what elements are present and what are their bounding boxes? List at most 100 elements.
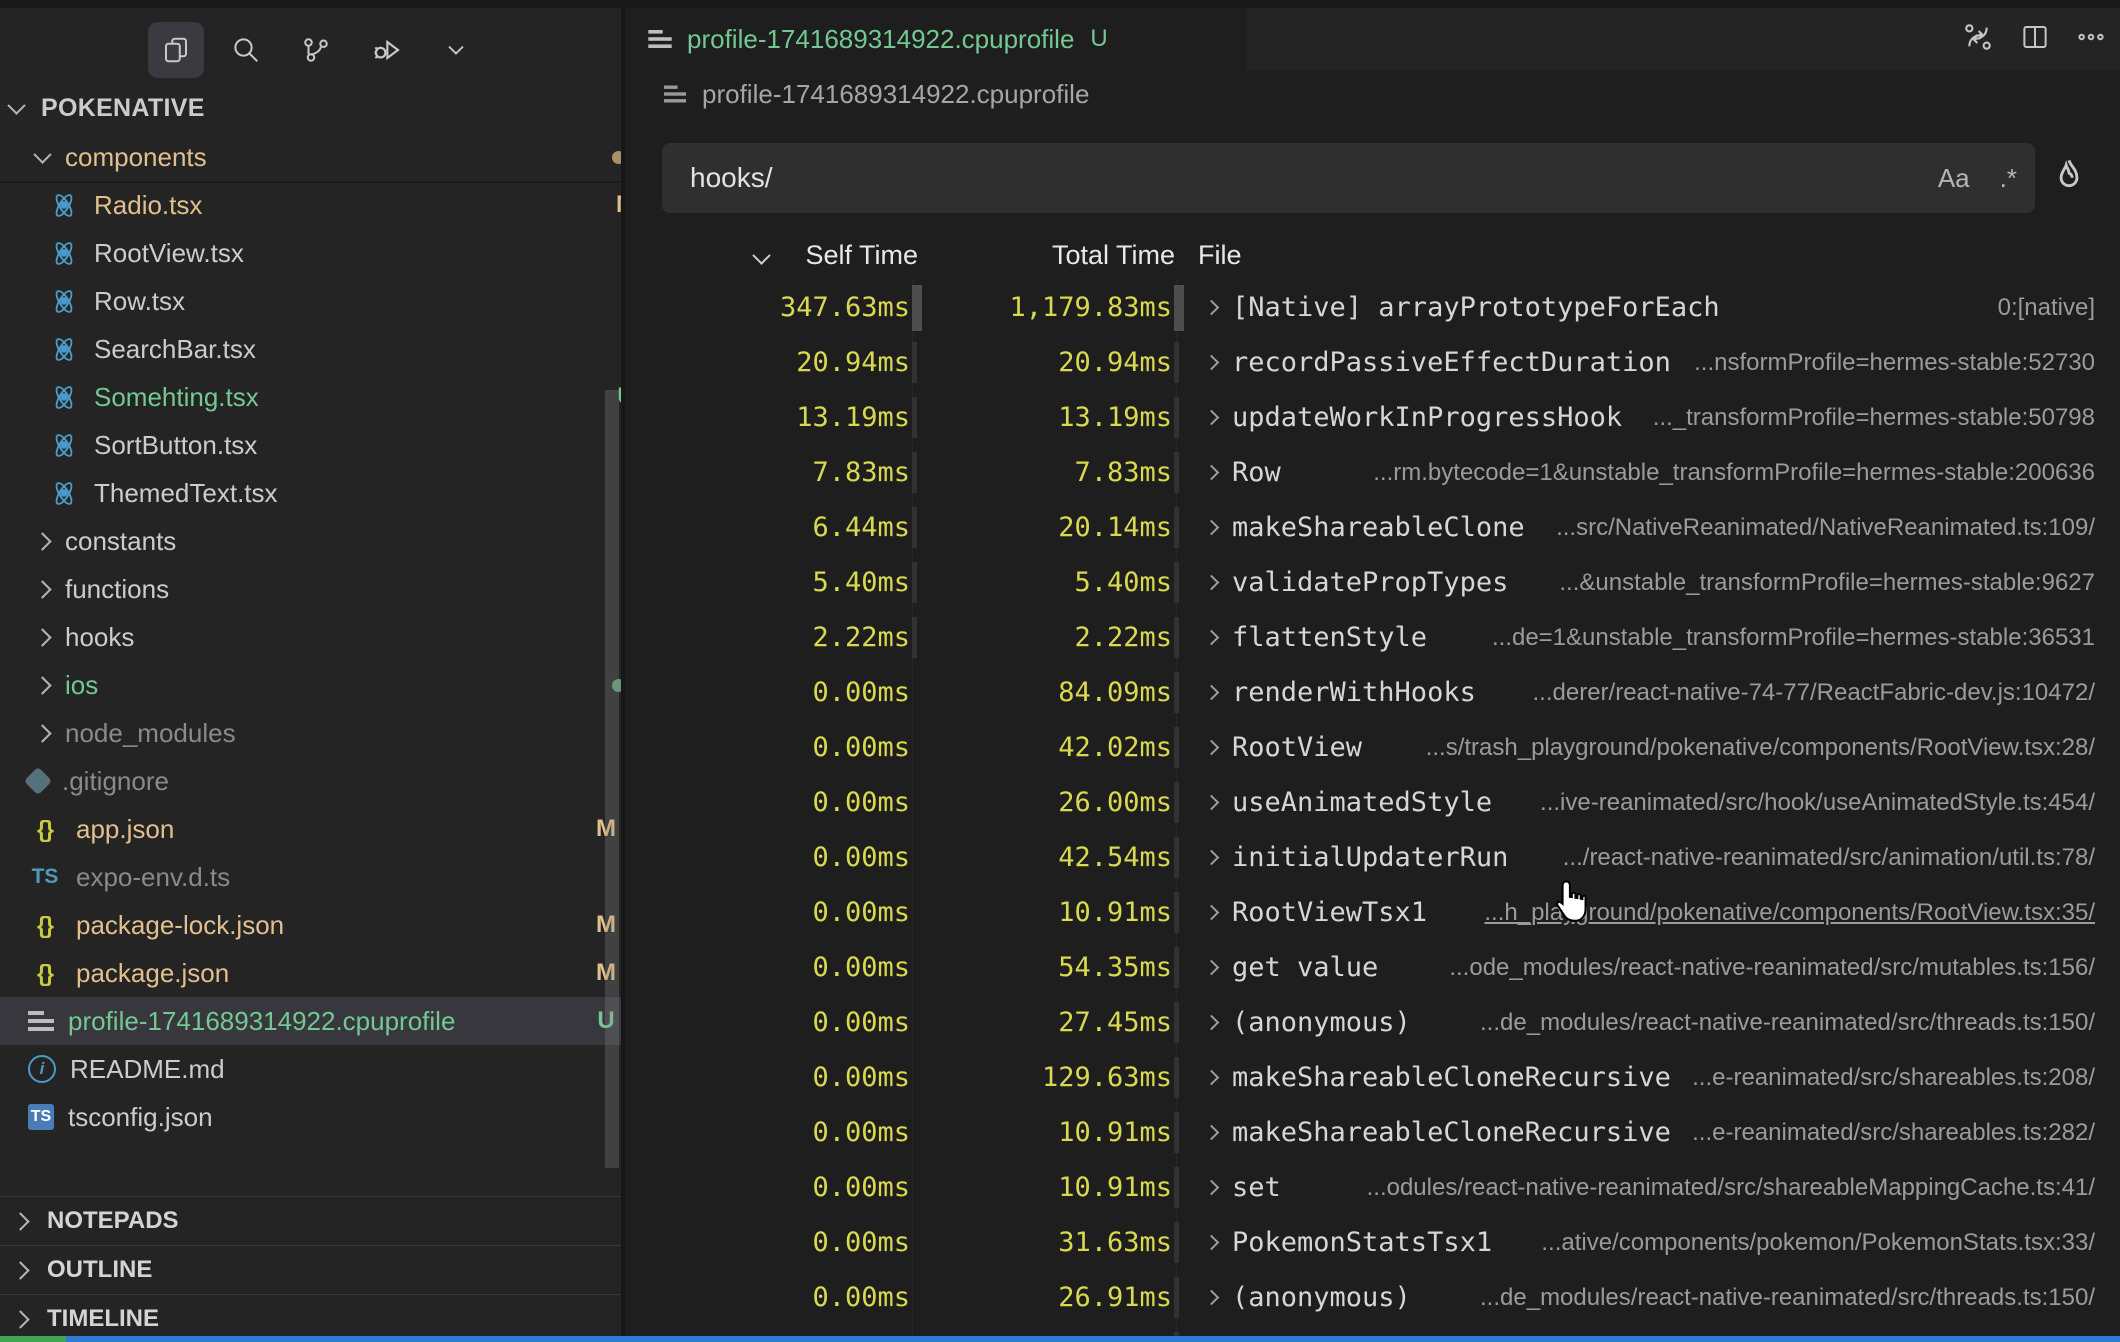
expand-chevron-icon[interactable] [1204,1290,1220,1306]
expand-chevron-icon[interactable] [1204,1180,1220,1196]
file-location-link[interactable]: ...odules/react-native-reanimated/src/sh… [1367,1160,2095,1215]
tree-item[interactable]: .gitignore [0,757,649,805]
tree-item[interactable]: SearchBar.tsx [0,325,669,373]
profile-row[interactable]: 0.00ms 54.35ms get value ...ode_modules/… [625,940,2120,995]
profile-row[interactable]: 0.00ms 10.91ms makeShareableCloneRecursi… [625,1105,2120,1160]
source-control-icon[interactable] [288,22,344,78]
filter-input[interactable] [688,161,1908,195]
tree-item[interactable]: {} app.json M [0,805,649,853]
expand-chevron-icon[interactable] [1204,850,1220,866]
tree-item[interactable]: node_modules [0,709,657,757]
profile-row[interactable]: 0.00ms 129.63ms makeShareableCloneRecurs… [625,1050,2120,1105]
tree-item[interactable]: constants [0,517,657,565]
tree-item[interactable]: TS expo-env.d.ts [0,853,649,901]
file-location-link[interactable]: ...src/NativeReanimated/NativeReanimated… [1556,500,2095,555]
search-icon[interactable] [218,22,274,78]
tree-item[interactable]: Row.tsx [0,277,669,325]
profile-row[interactable]: 5.40ms 5.40ms validatePropTypes ...&unst… [625,555,2120,610]
column-header-file[interactable]: File [1198,240,1242,271]
tree-item[interactable]: RootView.tsx [0,229,669,277]
file-location-link[interactable]: ...ode_modules/react-native-reanimated/s… [1449,940,2095,995]
tree-item[interactable]: i README.md [0,1045,649,1093]
profile-row[interactable]: 347.63ms 1,179.83ms [Native] arrayProtot… [625,280,2120,335]
tab-cpuprofile[interactable]: profile-1741689314922.cpuprofile U [625,8,1247,70]
tree-item[interactable]: {} package.json M [0,949,649,997]
expand-chevron-icon[interactable] [1204,685,1220,701]
tree-item[interactable]: SortButton.tsx [0,421,669,469]
self-time-value: 0.00ms [625,775,910,830]
flame-chart-icon[interactable] [2050,156,2088,203]
breadcrumb[interactable]: profile-1741689314922.cpuprofile [625,70,2120,118]
tree-item[interactable]: profile-1741689314922.cpuprofile U [0,997,649,1045]
expand-chevron-icon[interactable] [1204,960,1220,976]
profile-row[interactable]: 0.00ms 26.00ms useAnimatedStyle ...ive-r… [625,775,2120,830]
tree-item[interactable]: TS tsconfig.json [0,1093,649,1141]
more-actions-icon[interactable] [2076,22,2106,57]
sidebar-scrollbar[interactable] [605,390,619,1168]
file-location-link[interactable]: ...e-reanimated/src/shareables.ts:282/ [1692,1105,2095,1160]
profile-row[interactable]: 0.00ms 42.54ms initialUpdaterRun .../rea… [625,830,2120,885]
file-location-link[interactable]: ...s/trash_playground/pokenative/compone… [1426,720,2095,775]
file-location-link[interactable]: ...rm.bytecode=1&unstable_transformProfi… [1373,445,2095,500]
expand-chevron-icon[interactable] [1204,300,1220,316]
expand-chevron-icon[interactable] [1204,630,1220,646]
expand-chevron-icon[interactable] [1204,905,1220,921]
expand-chevron-icon[interactable] [1204,410,1220,426]
file-location-link[interactable]: ...derer/react-native-74-77/ReactFabric-… [1533,665,2096,720]
sidebar-item-timeline[interactable]: TIMELINE [0,1294,621,1342]
profile-row[interactable]: 2.22ms 2.22ms flattenStyle ...de=1&unsta… [625,610,2120,665]
tree-item[interactable]: functions [0,565,657,613]
explorer-icon[interactable] [148,22,204,78]
tree-item[interactable]: Radio.tsx M [0,181,669,229]
expand-chevron-icon[interactable] [1204,520,1220,536]
more-views-chevron-icon[interactable] [428,22,484,78]
profile-row[interactable]: 0.00ms 26.91ms (anonymous) ...de_modules… [625,1270,2120,1325]
file-location-link[interactable]: ...ative/components/pokemon/PokemonStats… [1541,1215,2095,1270]
file-location-link[interactable]: ...ive-reanimated/src/hook/useAnimatedSt… [1540,775,2095,830]
file-location-link[interactable]: 0:[native] [1998,280,2095,335]
expand-chevron-icon[interactable] [1204,575,1220,591]
profile-row[interactable]: 0.00ms 42.02ms RootView ...s/trash_playg… [625,720,2120,775]
tree-item[interactable]: hooks [0,613,657,661]
run-debug-icon[interactable] [358,22,414,78]
profile-row[interactable]: 0.00ms 10.91ms set ...odules/react-nativ… [625,1160,2120,1215]
profile-row[interactable]: 20.94ms 20.94ms recordPassiveEffectDurat… [625,335,2120,390]
file-location-link[interactable]: .../react-native-reanimated/src/animatio… [1563,830,2095,885]
tree-item[interactable]: ios [0,661,657,709]
file-location-link[interactable]: ...e-reanimated/src/shareables.ts:208/ [1692,1050,2095,1105]
explorer-project-header[interactable]: POKENATIVE [0,84,621,132]
regex-icon[interactable]: .* [2000,163,2017,194]
profile-row[interactable]: 0.00ms 27.45ms (anonymous) ...de_modules… [625,995,2120,1050]
profile-row[interactable]: 0.00ms 31.63ms PokemonStatsTsx1 ...ative… [625,1215,2120,1270]
profile-row[interactable]: 13.19ms 13.19ms updateWorkInProgressHook… [625,390,2120,445]
sidebar-item-outline[interactable]: OUTLINE [0,1245,621,1294]
tree-item[interactable]: Somehting.tsx U [0,373,669,421]
file-location-link[interactable]: ...nsformProfile=hermes-stable:52730 [1694,335,2095,390]
profile-row[interactable]: 0.00ms 84.09ms renderWithHooks ...derer/… [625,665,2120,720]
file-location-link[interactable]: ...de=1&unstable_transformProfile=hermes… [1492,610,2095,665]
tree-item[interactable]: {} package-lock.json M [0,901,649,949]
expand-chevron-icon[interactable] [1204,1235,1220,1251]
expand-chevron-icon[interactable] [1204,740,1220,756]
expand-chevron-icon[interactable] [1204,465,1220,481]
profile-row[interactable]: 0.00ms 10.91ms RootViewTsx1 ...h_playgro… [625,885,2120,940]
expand-chevron-icon[interactable] [1204,355,1220,371]
file-location-link[interactable]: ..._transformProfile=hermes-stable:50798 [1653,390,2095,445]
file-location-link[interactable]: ...de_modules/react-native-reanimated/sr… [1480,995,2095,1050]
expand-chevron-icon[interactable] [1204,1070,1220,1086]
file-location-link[interactable]: ...&unstable_transformProfile=hermes-sta… [1559,555,2095,610]
expand-chevron-icon[interactable] [1204,1125,1220,1141]
sidebar-item-notepads[interactable]: NOTEPADS [0,1196,621,1245]
column-header-total-time[interactable]: Total Time [945,240,1175,271]
profile-row[interactable]: 7.83ms 7.83ms Row ...rm.bytecode=1&unsta… [625,445,2120,500]
file-location-link[interactable]: ...de_modules/react-native-reanimated/sr… [1480,1270,2095,1325]
expand-chevron-icon[interactable] [1204,1015,1220,1031]
split-editor-icon[interactable] [2020,22,2050,57]
column-header-self-time[interactable]: Self Time [625,240,918,271]
tree-item[interactable]: ThemedText.tsx [0,469,669,517]
profile-row[interactable]: 6.44ms 20.14ms makeShareableClone ...src… [625,500,2120,555]
expand-chevron-icon[interactable] [1204,795,1220,811]
tree-item[interactable]: components [0,133,657,181]
open-changes-icon[interactable] [1962,21,1994,58]
match-case-icon[interactable]: Aa [1938,163,1970,194]
